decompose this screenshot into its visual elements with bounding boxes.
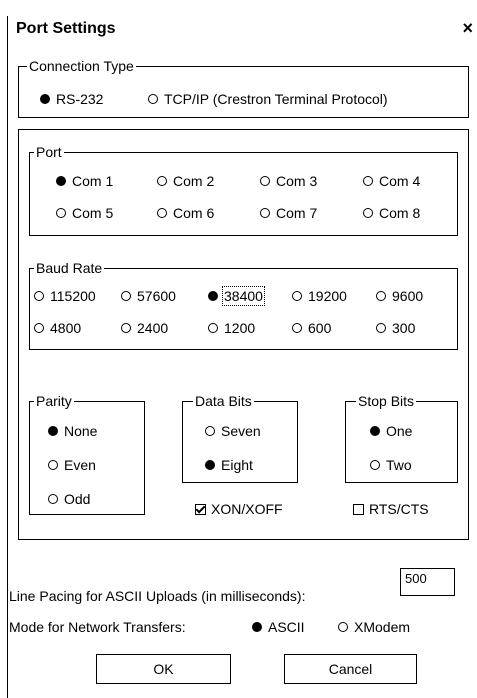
radio-com7[interactable]: Com 7 (260, 205, 317, 221)
radio-com3[interactable]: Com 3 (260, 173, 317, 189)
radio-icon (376, 291, 386, 301)
dialog-title: Port Settings (16, 20, 116, 37)
radio-baud-600[interactable]: 600 (292, 320, 331, 336)
radio-icon (205, 460, 215, 470)
cancel-button[interactable]: Cancel (284, 654, 417, 684)
parity-group: Parity None Even Odd (29, 392, 145, 515)
stop-bits-group: Stop Bits One Two (345, 392, 458, 483)
radio-com6[interactable]: Com 6 (157, 205, 214, 221)
radio-icon (56, 208, 66, 218)
checkbox-rts-cts[interactable]: RTS/CTS (353, 501, 429, 517)
connection-type-group: Connection Type RS-232 TCP/IP (Crestron … (18, 57, 469, 118)
radio-icon (252, 622, 262, 632)
radio-parity-odd[interactable]: Odd (48, 491, 90, 507)
stop-bits-legend: Stop Bits (356, 392, 417, 410)
radio-icon (157, 208, 167, 218)
radio-baud-4800[interactable]: 4800 (34, 320, 81, 336)
baud-rate-group: Baud Rate 115200 57600 38400 19200 9600 … (29, 259, 458, 350)
radio-com5[interactable]: Com 5 (56, 205, 113, 221)
data-bits-group: Data Bits Seven Eight (182, 392, 298, 483)
radio-com4[interactable]: Com 4 (363, 173, 420, 189)
radio-baud-38400[interactable]: 38400 (208, 286, 265, 306)
checkbox-icon (195, 503, 206, 515)
radio-icon (48, 460, 58, 470)
close-icon[interactable]: × (462, 18, 473, 39)
radio-baud-300[interactable]: 300 (376, 320, 415, 336)
network-mode-label: Mode for Network Transfers: (9, 619, 186, 635)
radio-tcpip[interactable]: TCP/IP (Crestron Terminal Protocol) (148, 91, 388, 107)
baud-rate-legend: Baud Rate (34, 259, 105, 277)
radio-icon (260, 208, 270, 218)
radio-icon (363, 176, 373, 186)
radio-icon (338, 622, 348, 632)
radio-mode-ascii[interactable]: ASCII (252, 619, 305, 635)
radio-icon (34, 323, 44, 333)
radio-icon (121, 323, 131, 333)
radio-stop-one[interactable]: One (370, 423, 412, 439)
radio-baud-9600[interactable]: 9600 (376, 288, 423, 304)
parity-legend: Parity (34, 392, 74, 410)
radio-icon (370, 460, 380, 470)
radio-icon (208, 323, 218, 333)
radio-com8[interactable]: Com 8 (363, 205, 420, 221)
radio-icon (40, 94, 50, 104)
radio-icon (363, 208, 373, 218)
radio-rs232[interactable]: RS-232 (40, 91, 103, 107)
radio-icon (292, 291, 302, 301)
radio-icon (376, 323, 386, 333)
radio-icon (56, 176, 66, 186)
radio-baud-2400[interactable]: 2400 (121, 320, 168, 336)
checkbox-xon-xoff[interactable]: XON/XOFF (195, 501, 283, 517)
checkbox-icon (353, 503, 364, 515)
line-pacing-input[interactable]: 500 (400, 568, 455, 596)
title-bar: Port Settings × (8, 16, 477, 44)
radio-baud-57600[interactable]: 57600 (121, 288, 176, 304)
radio-parity-even[interactable]: Even (48, 457, 96, 473)
radio-icon (208, 291, 218, 301)
radio-parity-none[interactable]: None (48, 423, 97, 439)
radio-icon (370, 426, 380, 436)
radio-data-eight[interactable]: Eight (205, 457, 253, 473)
radio-com2[interactable]: Com 2 (157, 173, 214, 189)
radio-icon (34, 291, 44, 301)
serial-settings-frame: Port Com 1 Com 2 Com 3 Com 4 Com 5 Com 6… (18, 129, 469, 540)
radio-icon (292, 323, 302, 333)
radio-baud-1200[interactable]: 1200 (208, 320, 255, 336)
radio-icon (48, 494, 58, 504)
ok-button[interactable]: OK (96, 654, 231, 684)
radio-icon (148, 94, 158, 104)
connection-type-legend: Connection Type (27, 57, 136, 75)
radio-mode-xmodem[interactable]: XModem (338, 619, 410, 635)
radio-baud-19200[interactable]: 19200 (292, 288, 347, 304)
radio-icon (121, 291, 131, 301)
port-group: Port Com 1 Com 2 Com 3 Com 4 Com 5 Com 6… (29, 143, 458, 236)
radio-icon (205, 426, 215, 436)
radio-stop-two[interactable]: Two (370, 457, 412, 473)
radio-icon (260, 176, 270, 186)
radio-icon (48, 426, 58, 436)
port-settings-dialog: Port Settings × Connection Type RS-232 T… (7, 16, 477, 698)
line-pacing-label: Line Pacing for ASCII Uploads (in millis… (9, 588, 306, 604)
radio-data-seven[interactable]: Seven (205, 423, 261, 439)
radio-icon (157, 176, 167, 186)
radio-baud-115200[interactable]: 115200 (34, 288, 96, 304)
data-bits-legend: Data Bits (193, 392, 254, 410)
port-legend: Port (34, 143, 64, 161)
radio-com1[interactable]: Com 1 (56, 173, 113, 189)
